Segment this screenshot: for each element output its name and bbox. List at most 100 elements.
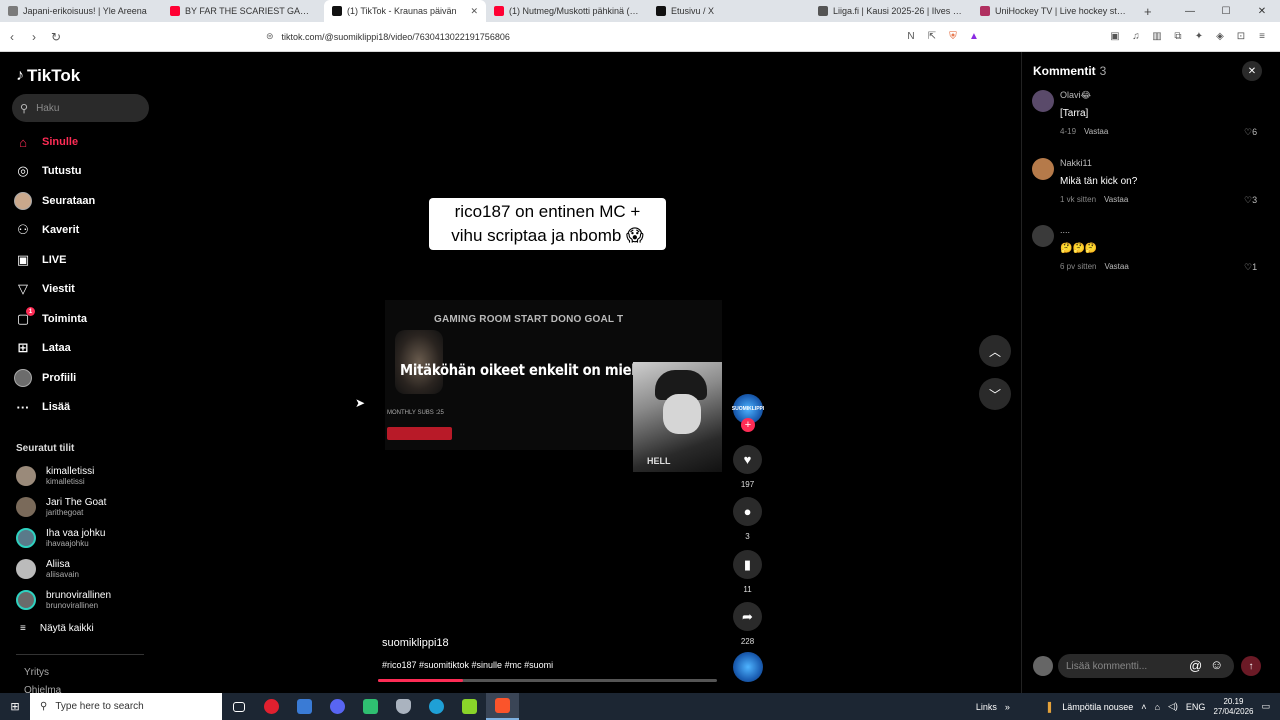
close-comments-button[interactable]: ✕ [1242, 61, 1262, 81]
game-app-icon[interactable] [354, 693, 387, 720]
nav-item-sinulle[interactable]: ⌂ Sinulle [14, 131, 78, 153]
files-app-icon[interactable] [288, 693, 321, 720]
shield-app-icon[interactable] [387, 693, 420, 720]
browser-tab[interactable]: Japani-erikoisuus! | Yle Areena [0, 0, 162, 22]
links-toolbar[interactable]: Links [976, 702, 997, 712]
brave-taskbar-icon[interactable] [486, 693, 519, 720]
clock[interactable]: 20.19 27/04/2026 [1213, 697, 1253, 717]
wallet-icon[interactable]: ▣ [1109, 31, 1121, 42]
taskbar-search-input[interactable]: ⚲ Type here to search [30, 693, 222, 720]
share-button[interactable]: ➦ [733, 602, 762, 631]
edge-icon[interactable] [420, 693, 453, 720]
windows-start-icon[interactable]: ⊞ [0, 693, 30, 720]
nav-item-live[interactable]: ▣ LIVE [14, 249, 67, 271]
opera-icon[interactable] [255, 693, 288, 720]
avatar [16, 590, 36, 610]
comment-username[interactable]: Nakki11 [1060, 158, 1092, 168]
nav-item-toiminta[interactable]: ▢ 1 Toiminta [14, 307, 87, 330]
menu-icon[interactable]: ≡ [1256, 31, 1268, 42]
nav-item-seurataan[interactable]: Seurataan [14, 190, 95, 212]
comment-button[interactable]: ● [733, 497, 762, 526]
reload-icon[interactable]: ↻ [46, 30, 66, 44]
discord-icon[interactable] [321, 693, 354, 720]
chevron-up-icon[interactable]: ˄ [1141, 702, 1146, 712]
network-icon[interactable]: ⌂ [1155, 702, 1160, 712]
new-tab-button[interactable]: + [1134, 4, 1162, 19]
avatar[interactable] [1032, 158, 1054, 180]
no-tracking-icon[interactable]: N [905, 31, 917, 42]
like-button[interactable]: ♥ [733, 445, 762, 474]
comment-like-button[interactable]: ♡6 [1244, 127, 1257, 138]
forward-icon[interactable]: › [24, 30, 44, 44]
save-button[interactable]: ▮ [733, 550, 762, 579]
comment-username[interactable]: .... [1060, 225, 1070, 235]
followed-account[interactable]: Aliisa aliisavain [16, 556, 79, 582]
nav-item-tutustu[interactable]: ◎ Tutustu [14, 160, 81, 182]
footer-link-company[interactable]: Yritys [24, 667, 49, 678]
search-input[interactable]: ⚲ Haku [12, 94, 149, 122]
nav-item-viestit[interactable]: ▽ Viestit [14, 278, 75, 300]
notifications-icon[interactable]: ▭ [1261, 701, 1270, 712]
close-window-icon[interactable]: ✕ [1244, 6, 1280, 17]
chevron-down-icon: ﹀ [988, 387, 1001, 402]
send-comment-button[interactable]: ↑ [1241, 656, 1261, 676]
overflow-icon[interactable]: » [1005, 702, 1010, 712]
site-info-icon[interactable]: ⊜ [266, 31, 274, 42]
url-field[interactable]: ⊜ tiktok.com/@suomiklippi18/video/763041… [266, 26, 876, 48]
video-author[interactable]: suomiklippi18 [382, 637, 449, 649]
tiktok-logo[interactable]: ♪ TikTok [16, 66, 80, 86]
vpn-icon[interactable]: ◈ [1214, 31, 1226, 42]
media-icon[interactable]: ♫ [1130, 31, 1142, 42]
task-view-icon[interactable] [222, 693, 255, 720]
avatar [16, 559, 36, 579]
volume-icon[interactable]: ◁) [1168, 701, 1178, 712]
previous-video-button[interactable]: ︿ [979, 335, 1011, 367]
show-all-button[interactable]: ≡ Näytä kaikki [20, 623, 94, 634]
comment-like-button[interactable]: ♡3 [1244, 195, 1257, 206]
share-icon[interactable]: ⇱ [926, 31, 938, 42]
browser-tab[interactable]: BY FAR THE SCARIEST GAME OF THE [162, 0, 324, 22]
downloads-icon[interactable]: ⊡ [1235, 31, 1247, 42]
comment-like-button[interactable]: ♡1 [1244, 262, 1257, 273]
comment-username[interactable]: Olavi😂 [1060, 90, 1091, 101]
chevron-up-icon: ︿ [988, 344, 1001, 359]
follow-plus-icon[interactable]: + [741, 418, 755, 432]
next-video-button[interactable]: ﹀ [979, 378, 1011, 410]
avatar[interactable] [1032, 225, 1054, 247]
browser-tab[interactable]: Etusivu / X [648, 0, 810, 22]
mention-icon[interactable]: @ [1189, 658, 1202, 673]
browser-tab[interactable]: (1) Nutmeg/Muskotti pähkinä (Hau [486, 0, 648, 22]
close-tab-icon[interactable]: ✕ [470, 6, 478, 17]
sidebar-icon[interactable]: ▥ [1151, 31, 1163, 42]
rewards-icon[interactable]: ▲ [968, 31, 980, 42]
browser-tab-active[interactable]: (1) TikTok - Kraunas päivän ✕ [324, 0, 486, 22]
nav-item-kaverit[interactable]: ⚇ Kaverit [14, 219, 79, 241]
media-player-icon[interactable] [453, 693, 486, 720]
video-hashtags[interactable]: #rico187 #suomitiktok #sinulle #mc #suom… [382, 660, 553, 670]
minimize-icon[interactable]: — [1172, 6, 1208, 17]
browser-tab[interactable]: Liiga.fi | Kausi 2025-26 | Ilves – Tappa [810, 0, 972, 22]
maximize-icon[interactable]: ☐ [1208, 6, 1244, 17]
weather-text[interactable]: Lämpötila nousee [1062, 702, 1133, 712]
followed-account[interactable]: brunovirallinen brunovirallinen [16, 587, 111, 613]
comment-input[interactable]: Lisää kommentti... [1058, 654, 1234, 678]
back-icon[interactable]: ‹ [2, 30, 22, 44]
tabs-icon[interactable]: ⧉ [1172, 31, 1184, 42]
nav-item-profiili[interactable]: Profiili [14, 367, 76, 389]
avatar[interactable] [1032, 90, 1054, 112]
leo-icon[interactable]: ✦ [1193, 31, 1205, 42]
reply-button[interactable]: Vastaa [1084, 127, 1108, 136]
nav-item-lisaa[interactable]: ··· Lisää [14, 396, 71, 418]
reply-button[interactable]: Vastaa [1104, 262, 1128, 271]
followed-account[interactable]: Iha vaa johku ihavaajohku [16, 525, 106, 551]
followed-account[interactable]: kimalletissi kimalletissi [16, 463, 94, 489]
language-indicator[interactable]: ENG [1186, 702, 1206, 712]
emoji-icon[interactable]: ☺ [1210, 657, 1223, 672]
nav-item-lataa[interactable]: ⊞ Lataa [14, 337, 71, 359]
browser-tab[interactable]: UniHockey TV | Live hockey strea [972, 0, 1134, 22]
video-progress-bar[interactable] [378, 679, 717, 682]
reply-button[interactable]: Vastaa [1104, 195, 1128, 204]
followed-account[interactable]: Jari The Goat jarithegoat [16, 494, 106, 520]
music-disc-avatar[interactable] [733, 652, 763, 682]
brave-shield-icon[interactable]: ⛨ [947, 31, 959, 42]
